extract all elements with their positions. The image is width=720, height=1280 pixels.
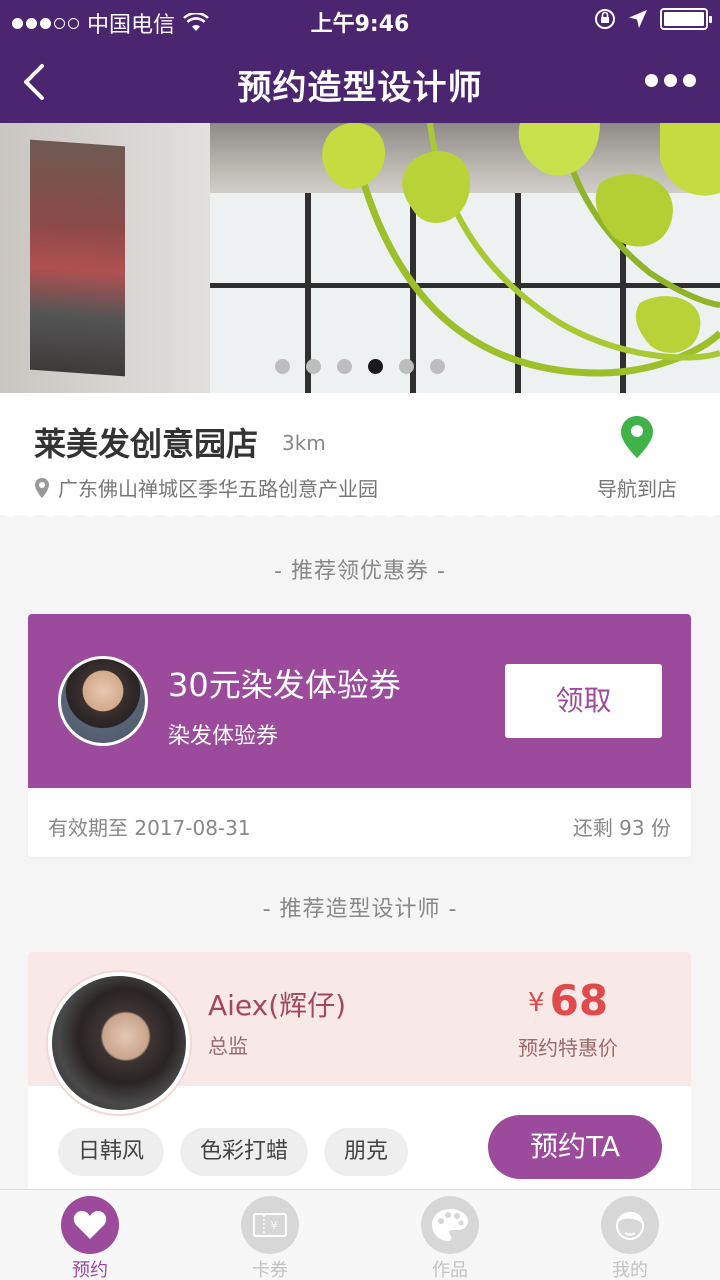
stylist-card[interactable]: Aiex(辉仔) 总监 ¥ 68 预约特惠价 日韩风 色彩打蜡 朋克 预约TA xyxy=(28,952,691,1192)
battery-icon xyxy=(660,8,712,30)
page-title: 预约造型设计师 xyxy=(237,68,483,108)
nav-bar: 预约造型设计师 xyxy=(0,40,720,123)
store-distance: 3km xyxy=(282,431,326,455)
carousel-page-indicator[interactable] xyxy=(275,359,445,374)
coupon-card-footer: 有效期至 2017-08-31 还剩 93 份 xyxy=(28,788,691,857)
status-bar: 中国电信 上午9:46 xyxy=(0,0,720,40)
price-label: 预约特惠价 xyxy=(518,1036,618,1060)
profile-face-icon xyxy=(601,1196,659,1254)
carousel-dot[interactable] xyxy=(430,359,445,374)
stylist-price: ¥ 68 xyxy=(528,976,608,1025)
book-stylist-button[interactable]: 预约TA xyxy=(488,1115,662,1179)
stylist-avatar[interactable] xyxy=(48,972,190,1114)
tab-label: 预约 xyxy=(72,1260,108,1280)
store-banner-carousel[interactable] xyxy=(0,123,720,393)
navigate-label: 导航到店 xyxy=(597,477,677,501)
price-value: 68 xyxy=(549,976,609,1025)
carousel-dot[interactable] xyxy=(306,359,321,374)
stylist-name: Aiex(辉仔) xyxy=(208,989,347,1022)
stylist-section-title: - 推荐造型设计师 - xyxy=(262,897,458,922)
tab-profile[interactable]: 我的 xyxy=(540,1190,720,1280)
coupon-remaining: 还剩 93 份 xyxy=(572,816,671,840)
location-pin-icon xyxy=(35,477,49,498)
carousel-dot[interactable] xyxy=(368,359,383,374)
tab-label: 我的 xyxy=(612,1260,648,1280)
style-tag: 朋克 xyxy=(324,1128,409,1176)
navigate-to-store-button[interactable]: 导航到店 xyxy=(592,415,682,502)
map-pin-icon xyxy=(621,416,653,458)
store-info: 莱美发创意园店 3km 广东佛山禅城区季华五路创意产业园 导航到店 xyxy=(0,393,720,515)
store-name: 莱美发创意园店 xyxy=(34,425,259,463)
claim-coupon-button[interactable]: 领取 xyxy=(505,664,662,738)
location-arrow-icon xyxy=(629,10,647,28)
carousel-dot[interactable] xyxy=(275,359,290,374)
coupon-section-title: - 推荐领优惠券 - xyxy=(274,559,446,584)
store-address-text: 广东佛山禅城区季华五路创意产业园 xyxy=(58,477,378,501)
style-tag: 色彩打蜡 xyxy=(180,1128,309,1176)
tab-coupons[interactable]: ¥ 卡券 xyxy=(180,1190,360,1280)
price-currency: ¥ xyxy=(528,988,545,1018)
coupon-card-top: 30元染发体验券 染发体验券 领取 xyxy=(28,614,691,788)
palette-icon xyxy=(421,1196,479,1254)
tab-label: 作品 xyxy=(432,1260,468,1280)
coupon-card: 30元染发体验券 染发体验券 领取 有效期至 2017-08-31 还剩 93 … xyxy=(28,614,691,857)
more-dots-icon[interactable] xyxy=(645,74,696,87)
coupon-validity: 有效期至 2017-08-31 xyxy=(48,816,251,840)
carousel-dot[interactable] xyxy=(399,359,414,374)
ticket-icon: ¥ xyxy=(241,1196,299,1254)
rotation-lock-icon xyxy=(595,9,615,29)
store-address: 广东佛山禅城区季华五路创意产业园 xyxy=(34,473,378,502)
banner-plant xyxy=(322,123,720,377)
svg-text:¥: ¥ xyxy=(271,1219,278,1232)
tab-works[interactable]: 作品 xyxy=(360,1190,540,1280)
bottom-tab-bar: 预约 ¥ 卡券 作品 我的 xyxy=(0,1189,720,1280)
coupon-title: 30元染发体验券 xyxy=(168,666,401,704)
status-right xyxy=(594,8,712,30)
scallop-divider xyxy=(0,507,720,517)
tab-booking[interactable]: 预约 xyxy=(0,1190,180,1280)
style-tag: 日韩风 xyxy=(58,1128,165,1176)
tab-label: 卡券 xyxy=(252,1260,288,1280)
battery-level xyxy=(664,12,704,26)
coupon-avatar xyxy=(58,656,148,746)
carousel-dot[interactable] xyxy=(337,359,352,374)
heart-icon xyxy=(61,1196,119,1254)
stylist-tags: 日韩风 色彩打蜡 朋克 xyxy=(58,1128,409,1176)
coupon-subtitle: 染发体验券 xyxy=(168,724,279,749)
stylist-role: 总监 xyxy=(208,1034,248,1058)
